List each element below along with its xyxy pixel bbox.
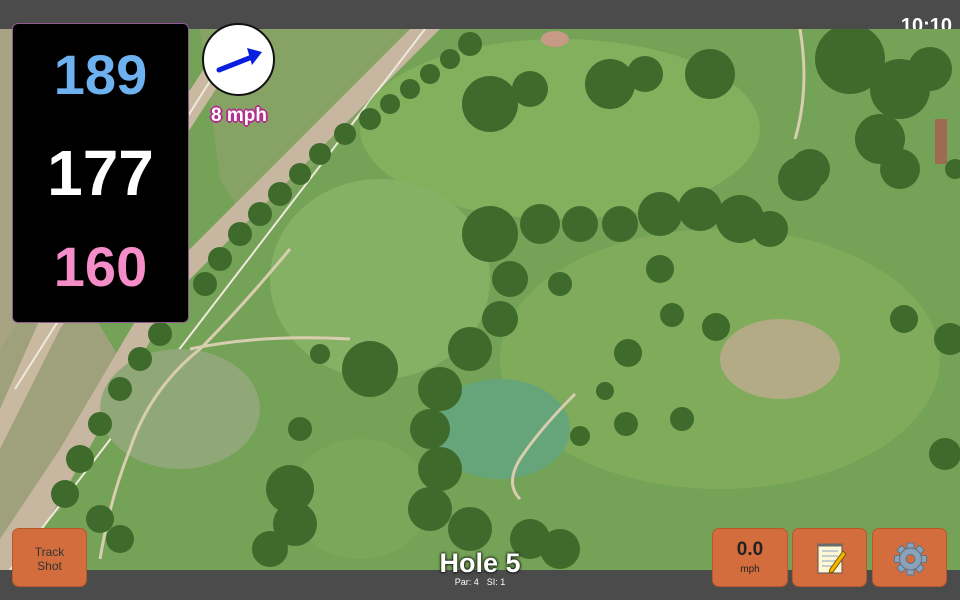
notes-button[interactable] <box>792 528 867 587</box>
wind-direction-indicator <box>202 23 275 96</box>
wind-arrow-icon <box>216 48 262 73</box>
middle-distance: 177 <box>47 137 154 209</box>
speed-value: 0.0 <box>736 539 764 560</box>
hole-title: Hole 5 <box>439 548 521 578</box>
speed-button[interactable]: 0.0 mph <box>712 528 788 587</box>
track-shot-button[interactable]: Track Shot <box>12 528 87 587</box>
settings-button[interactable] <box>872 528 947 587</box>
wind-speed: 8 mph <box>211 105 267 126</box>
golf-gps-screen: 10:10 189 177 160 8 mph Track Shot Hole … <box>0 0 960 600</box>
speed-unit: mph <box>740 564 760 575</box>
track-shot-label: Track Shot <box>34 545 65 573</box>
stroke-index-label: SI: 1 <box>486 577 506 587</box>
back-distance: 189 <box>53 43 148 106</box>
distance-panel[interactable]: 189 177 160 <box>12 23 189 323</box>
hole-info: Par: 4 SI: 1 <box>380 577 580 587</box>
notepad-icon <box>817 543 847 574</box>
gear-icon <box>894 542 927 576</box>
par-label: Par: 4 <box>454 577 479 587</box>
front-distance: 160 <box>53 235 148 298</box>
